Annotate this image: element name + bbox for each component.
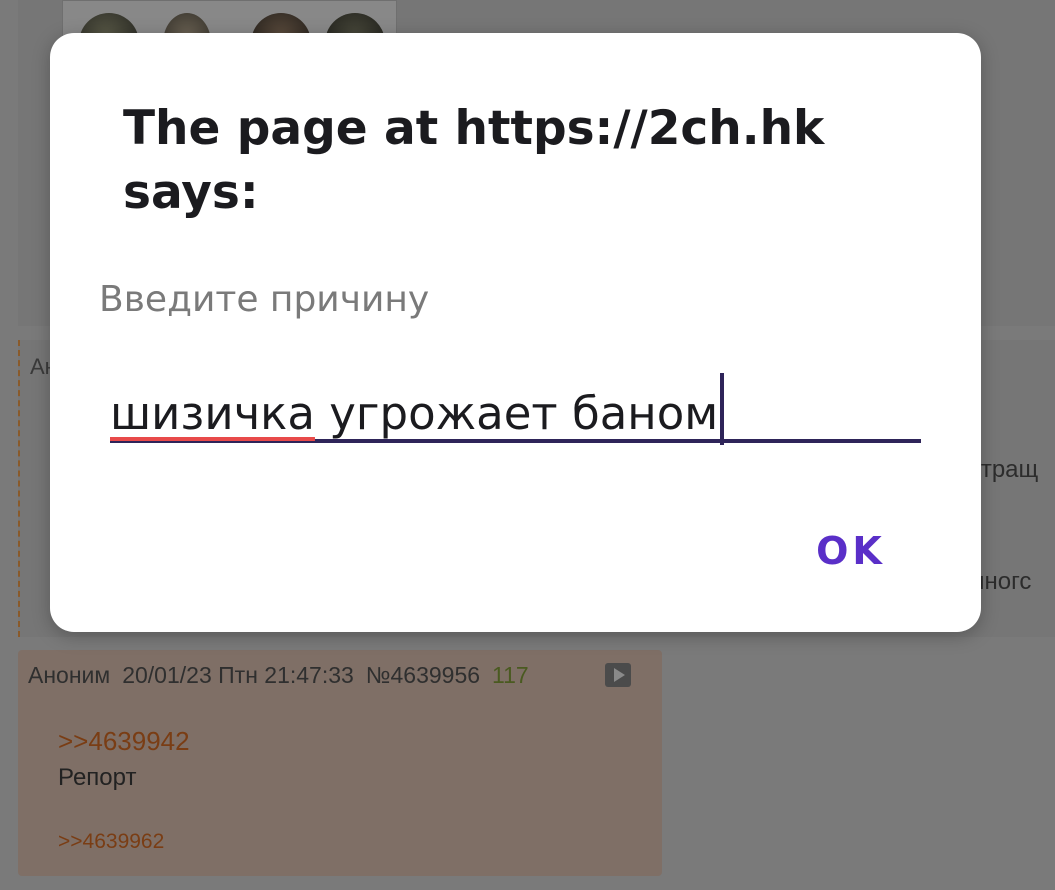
reply-link[interactable]: >>4639942 — [58, 726, 190, 757]
post-author: Аноним — [28, 662, 111, 688]
post-date: 20/01/23 Птн 21:47:33 — [122, 662, 354, 688]
post-header: Аноним 20/01/23 Птн 21:47:33 №4639956 117 — [28, 662, 541, 689]
prompt-dialog: The page at https://2ch.hk says: Введите… — [50, 33, 981, 632]
post-number[interactable]: №4639956 — [366, 662, 480, 688]
replies-count: 117 — [492, 662, 529, 688]
play-icon[interactable] — [605, 663, 631, 687]
post-body: Репорт — [58, 764, 137, 791]
reply-reference-link[interactable]: >>4639962 — [58, 830, 164, 854]
reason-input[interactable]: шизичка угрожает баном — [110, 355, 921, 445]
dialog-message: Введите причину — [99, 279, 430, 320]
reason-input-value[interactable]: шизичка угрожает баном — [110, 373, 725, 445]
dialog-title: The page at https://2ch.hk says: — [123, 101, 825, 220]
input-text-rest[interactable]: угрожает баном — [315, 387, 718, 440]
ok-button[interactable]: OK — [806, 523, 896, 579]
text-cursor — [720, 373, 725, 445]
misspelled-word[interactable]: шизичка — [110, 387, 315, 440]
